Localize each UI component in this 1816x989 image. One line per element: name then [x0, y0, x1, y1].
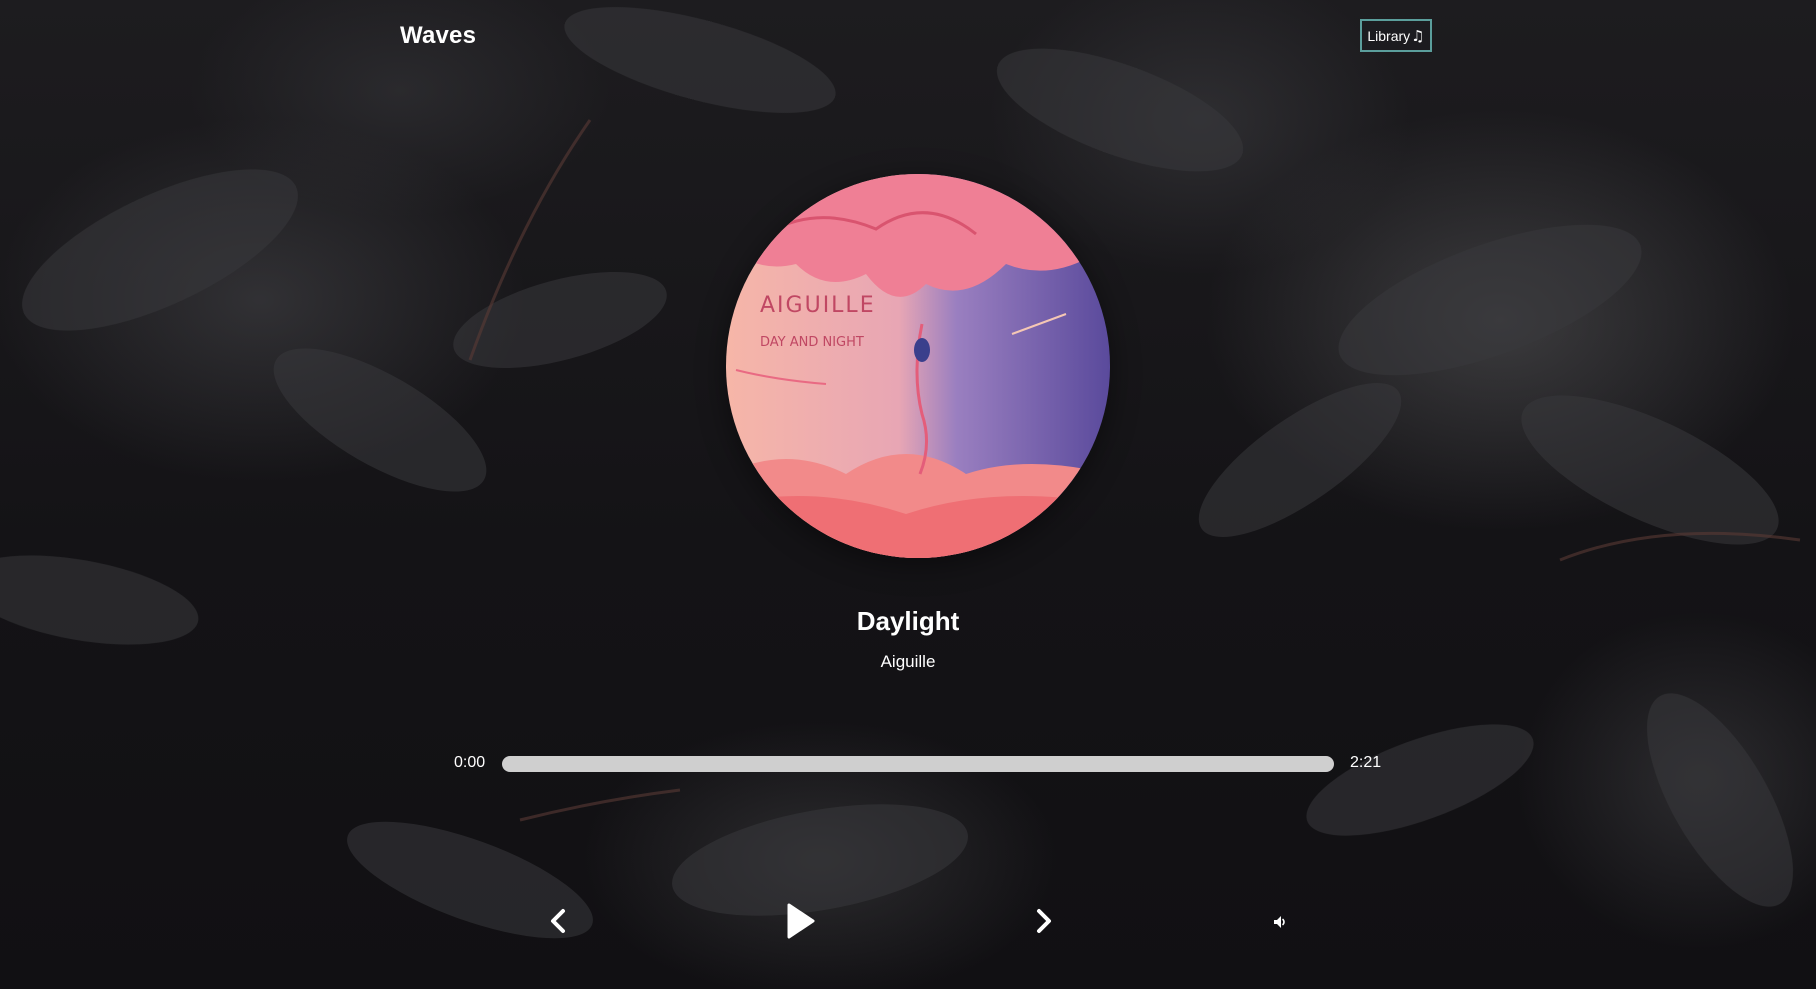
progress-bar[interactable] — [502, 756, 1334, 772]
player-page: Waves Library ♫ AIGUILLE DAY AND NIGHT D… — [0, 0, 1816, 989]
album-cover: AIGUILLE DAY AND NIGHT — [726, 174, 1110, 558]
chevron-right-icon — [1037, 909, 1051, 933]
play-button[interactable] — [780, 899, 822, 943]
track-title: Daylight — [856, 606, 960, 636]
track-artist: Aiguille — [880, 652, 936, 671]
volume-button[interactable] — [1270, 912, 1290, 932]
library-button[interactable]: Library ♫ — [1360, 19, 1432, 52]
previous-button[interactable] — [545, 906, 571, 936]
music-note-icon: ♫ — [1411, 26, 1425, 45]
current-time: 0:00 — [454, 754, 486, 771]
chevron-left-icon — [551, 909, 565, 933]
cover-album-text: DAY AND NIGHT — [760, 335, 864, 350]
next-button[interactable] — [1031, 906, 1057, 936]
library-button-label: Library — [1367, 27, 1411, 44]
total-time: 2:21 — [1350, 754, 1382, 771]
play-icon — [787, 903, 815, 939]
volume-icon — [1274, 916, 1285, 928]
cover-artist-text: AIGUILLE — [760, 293, 876, 318]
app-logo[interactable]: Waves — [400, 22, 476, 50]
